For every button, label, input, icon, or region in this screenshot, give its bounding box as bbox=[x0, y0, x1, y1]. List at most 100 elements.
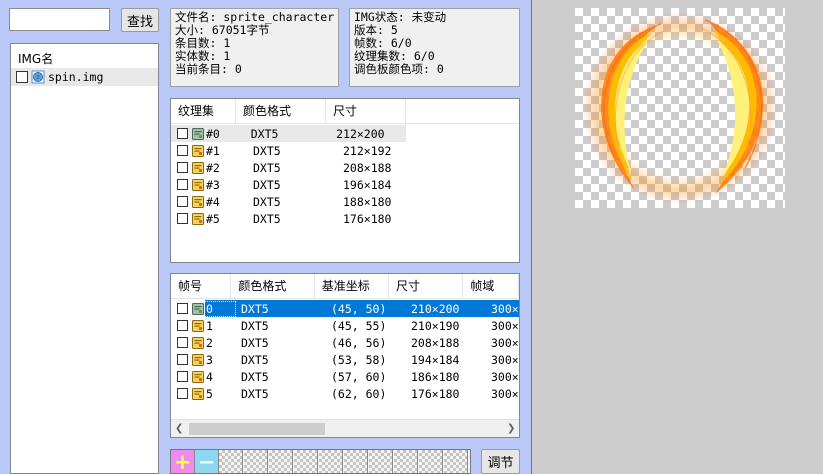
frame-format: DXT5 bbox=[241, 369, 269, 384]
frame-thumbnail-slot[interactable] bbox=[394, 450, 418, 473]
frame-thumbnail-slot[interactable] bbox=[244, 450, 268, 473]
frame-base-coord: (62, 60) bbox=[331, 386, 387, 401]
remove-frame-button[interactable]: − bbox=[195, 450, 219, 473]
texture-id: #5 bbox=[206, 211, 220, 226]
texture-table[interactable]: 纹理集 颜色格式 尺寸 #0 DXT5 212×200 #1 DXT5 212×192 #2… bbox=[170, 98, 520, 263]
search-input[interactable] bbox=[9, 8, 110, 31]
frame-thumbnail-slot[interactable] bbox=[369, 450, 393, 473]
texture-size: 176×180 bbox=[343, 211, 392, 226]
frame-format: DXT5 bbox=[241, 352, 269, 367]
texture-row[interactable]: #1 DXT5 212×192 bbox=[171, 142, 519, 159]
frame-thumbnail-slot[interactable] bbox=[444, 450, 468, 473]
texture-format: DXT5 bbox=[253, 194, 281, 209]
current-entry: 当前条目: 0 bbox=[175, 62, 242, 76]
texture-row-checkbox[interactable] bbox=[177, 213, 188, 224]
frame-row[interactable]: 0 DXT5 (45, 50) 210×200 300× bbox=[171, 300, 519, 317]
frame-row[interactable]: 3 DXT5 (53, 58) 194×184 300× bbox=[171, 351, 519, 368]
frame-row[interactable]: 5 DXT5 (62, 60) 176×180 300× bbox=[171, 385, 519, 402]
frame-table[interactable]: 帧号 颜色格式 基准坐标 尺寸 帧域 0 DXT5 (45, 50) 210×200 3… bbox=[170, 273, 520, 438]
globe-file-icon bbox=[31, 70, 45, 84]
preview-panel bbox=[532, 0, 823, 474]
frame-row[interactable]: 1 DXT5 (45, 55) 210×190 300× bbox=[171, 317, 519, 334]
frame-thumbnail-slot[interactable] bbox=[269, 450, 293, 473]
texture-row-checkbox[interactable] bbox=[177, 196, 188, 207]
frame-id: 0 bbox=[204, 300, 236, 317]
texture-row[interactable]: #2 DXT5 208×188 bbox=[171, 159, 519, 176]
texture-row-checkbox[interactable] bbox=[177, 162, 188, 173]
frame-row-checkbox[interactable] bbox=[177, 354, 188, 365]
texture-size: 188×180 bbox=[343, 194, 392, 209]
frame-table-hscrollbar[interactable]: ❮ ❯ bbox=[171, 419, 519, 437]
texture-sheet-icon bbox=[192, 161, 204, 174]
texture-row-checkbox[interactable] bbox=[177, 179, 188, 190]
search-button[interactable]: 查找 bbox=[121, 8, 159, 32]
texture-row-checkbox[interactable] bbox=[177, 128, 188, 139]
frame-row[interactable]: 2 DXT5 (46, 56) 208×188 300× bbox=[171, 334, 519, 351]
img-list-header: IMG名 bbox=[18, 52, 54, 66]
texture-row[interactable]: #0 DXT5 212×200 bbox=[171, 125, 406, 142]
frame-row-checkbox[interactable] bbox=[177, 337, 188, 348]
frame-thumbnail-slot[interactable] bbox=[344, 450, 368, 473]
img-list[interactable]: IMG名 spin.img bbox=[10, 43, 159, 474]
texture-id: #0 bbox=[206, 126, 220, 141]
texture-size: 196×184 bbox=[343, 177, 392, 192]
frame-base-coord: (46, 56) bbox=[331, 335, 387, 350]
col-base-coord[interactable]: 基准坐标 bbox=[315, 274, 389, 298]
texture-sheet-icon bbox=[192, 336, 204, 349]
frame-domain: 300× bbox=[491, 369, 519, 384]
texture-size: 212×200 bbox=[336, 126, 385, 141]
img-list-item[interactable]: spin.img bbox=[11, 68, 158, 86]
texture-format: DXT5 bbox=[253, 160, 281, 175]
scroll-left-arrow-icon[interactable]: ❮ bbox=[175, 423, 183, 434]
frame-format: DXT5 bbox=[241, 335, 269, 350]
frame-size: 176×180 bbox=[411, 386, 460, 401]
frame-id: 2 bbox=[206, 335, 213, 350]
texture-row[interactable]: #4 DXT5 188×180 bbox=[171, 193, 519, 210]
frame-row-checkbox[interactable] bbox=[177, 388, 188, 399]
col-frame-domain[interactable]: 帧域 bbox=[463, 274, 519, 298]
frame-thumbnail-slot[interactable] bbox=[294, 450, 318, 473]
texture-format: DXT5 bbox=[253, 177, 281, 192]
texture-row[interactable]: #3 DXT5 196×184 bbox=[171, 176, 519, 193]
frame-format: DXT5 bbox=[241, 386, 269, 401]
scroll-right-arrow-icon[interactable]: ❯ bbox=[507, 423, 515, 434]
frame-row-checkbox[interactable] bbox=[177, 371, 188, 382]
frame-thumbnail-slot[interactable] bbox=[319, 450, 343, 473]
col-frame-size[interactable]: 尺寸 bbox=[389, 274, 464, 298]
frame-size: 210×190 bbox=[411, 318, 460, 333]
col-frame-no[interactable]: 帧号 bbox=[171, 274, 232, 298]
frame-size: 194×184 bbox=[411, 352, 460, 367]
texture-sheet-icon bbox=[192, 319, 204, 332]
texture-size: 212×192 bbox=[343, 143, 392, 158]
frame-thumbnail-slot[interactable] bbox=[219, 450, 243, 473]
fire-ring-sprite bbox=[582, 12, 778, 204]
col-texture-set[interactable]: 纹理集 bbox=[171, 99, 236, 123]
frame-size: 208×188 bbox=[411, 335, 460, 350]
texture-format: DXT5 bbox=[253, 211, 281, 226]
adjust-button[interactable]: 调节 bbox=[481, 449, 520, 474]
frame-domain: 300× bbox=[491, 352, 519, 367]
col-frame-format[interactable]: 颜色格式 bbox=[231, 274, 315, 298]
texture-id: #2 bbox=[206, 160, 220, 175]
frame-thumbnail-slot[interactable] bbox=[419, 450, 443, 473]
scrollbar-thumb[interactable] bbox=[189, 423, 325, 435]
col-size[interactable]: 尺寸 bbox=[326, 99, 406, 123]
texture-sheet-icon bbox=[192, 195, 204, 208]
add-frame-button[interactable]: + bbox=[171, 450, 195, 473]
texture-id: #4 bbox=[206, 194, 220, 209]
col-color-format[interactable]: 颜色格式 bbox=[236, 99, 326, 123]
frame-row-checkbox[interactable] bbox=[177, 320, 188, 331]
texture-format: DXT5 bbox=[250, 126, 279, 141]
img-item-checkbox[interactable] bbox=[16, 71, 28, 83]
frame-row[interactable]: 4 DXT5 (57, 60) 186×180 300× bbox=[171, 368, 519, 385]
left-panel: 查找 IMG名 spin.img 文件名: sprite_character 大小… bbox=[0, 0, 531, 474]
frame-row-checkbox[interactable] bbox=[177, 303, 188, 314]
frame-strip[interactable]: + − bbox=[170, 449, 471, 474]
texture-row[interactable]: #5 DXT5 176×180 bbox=[171, 210, 519, 227]
frame-base-coord: (53, 58) bbox=[331, 352, 387, 367]
frame-domain: 300× bbox=[491, 318, 519, 333]
texture-sheet-icon bbox=[192, 302, 204, 315]
texture-row-checkbox[interactable] bbox=[177, 145, 188, 156]
img-item-name: spin.img bbox=[48, 70, 104, 84]
file-info-box: 文件名: sprite_character 大小: 67051字节 条目数: 1 实体… bbox=[170, 8, 339, 87]
